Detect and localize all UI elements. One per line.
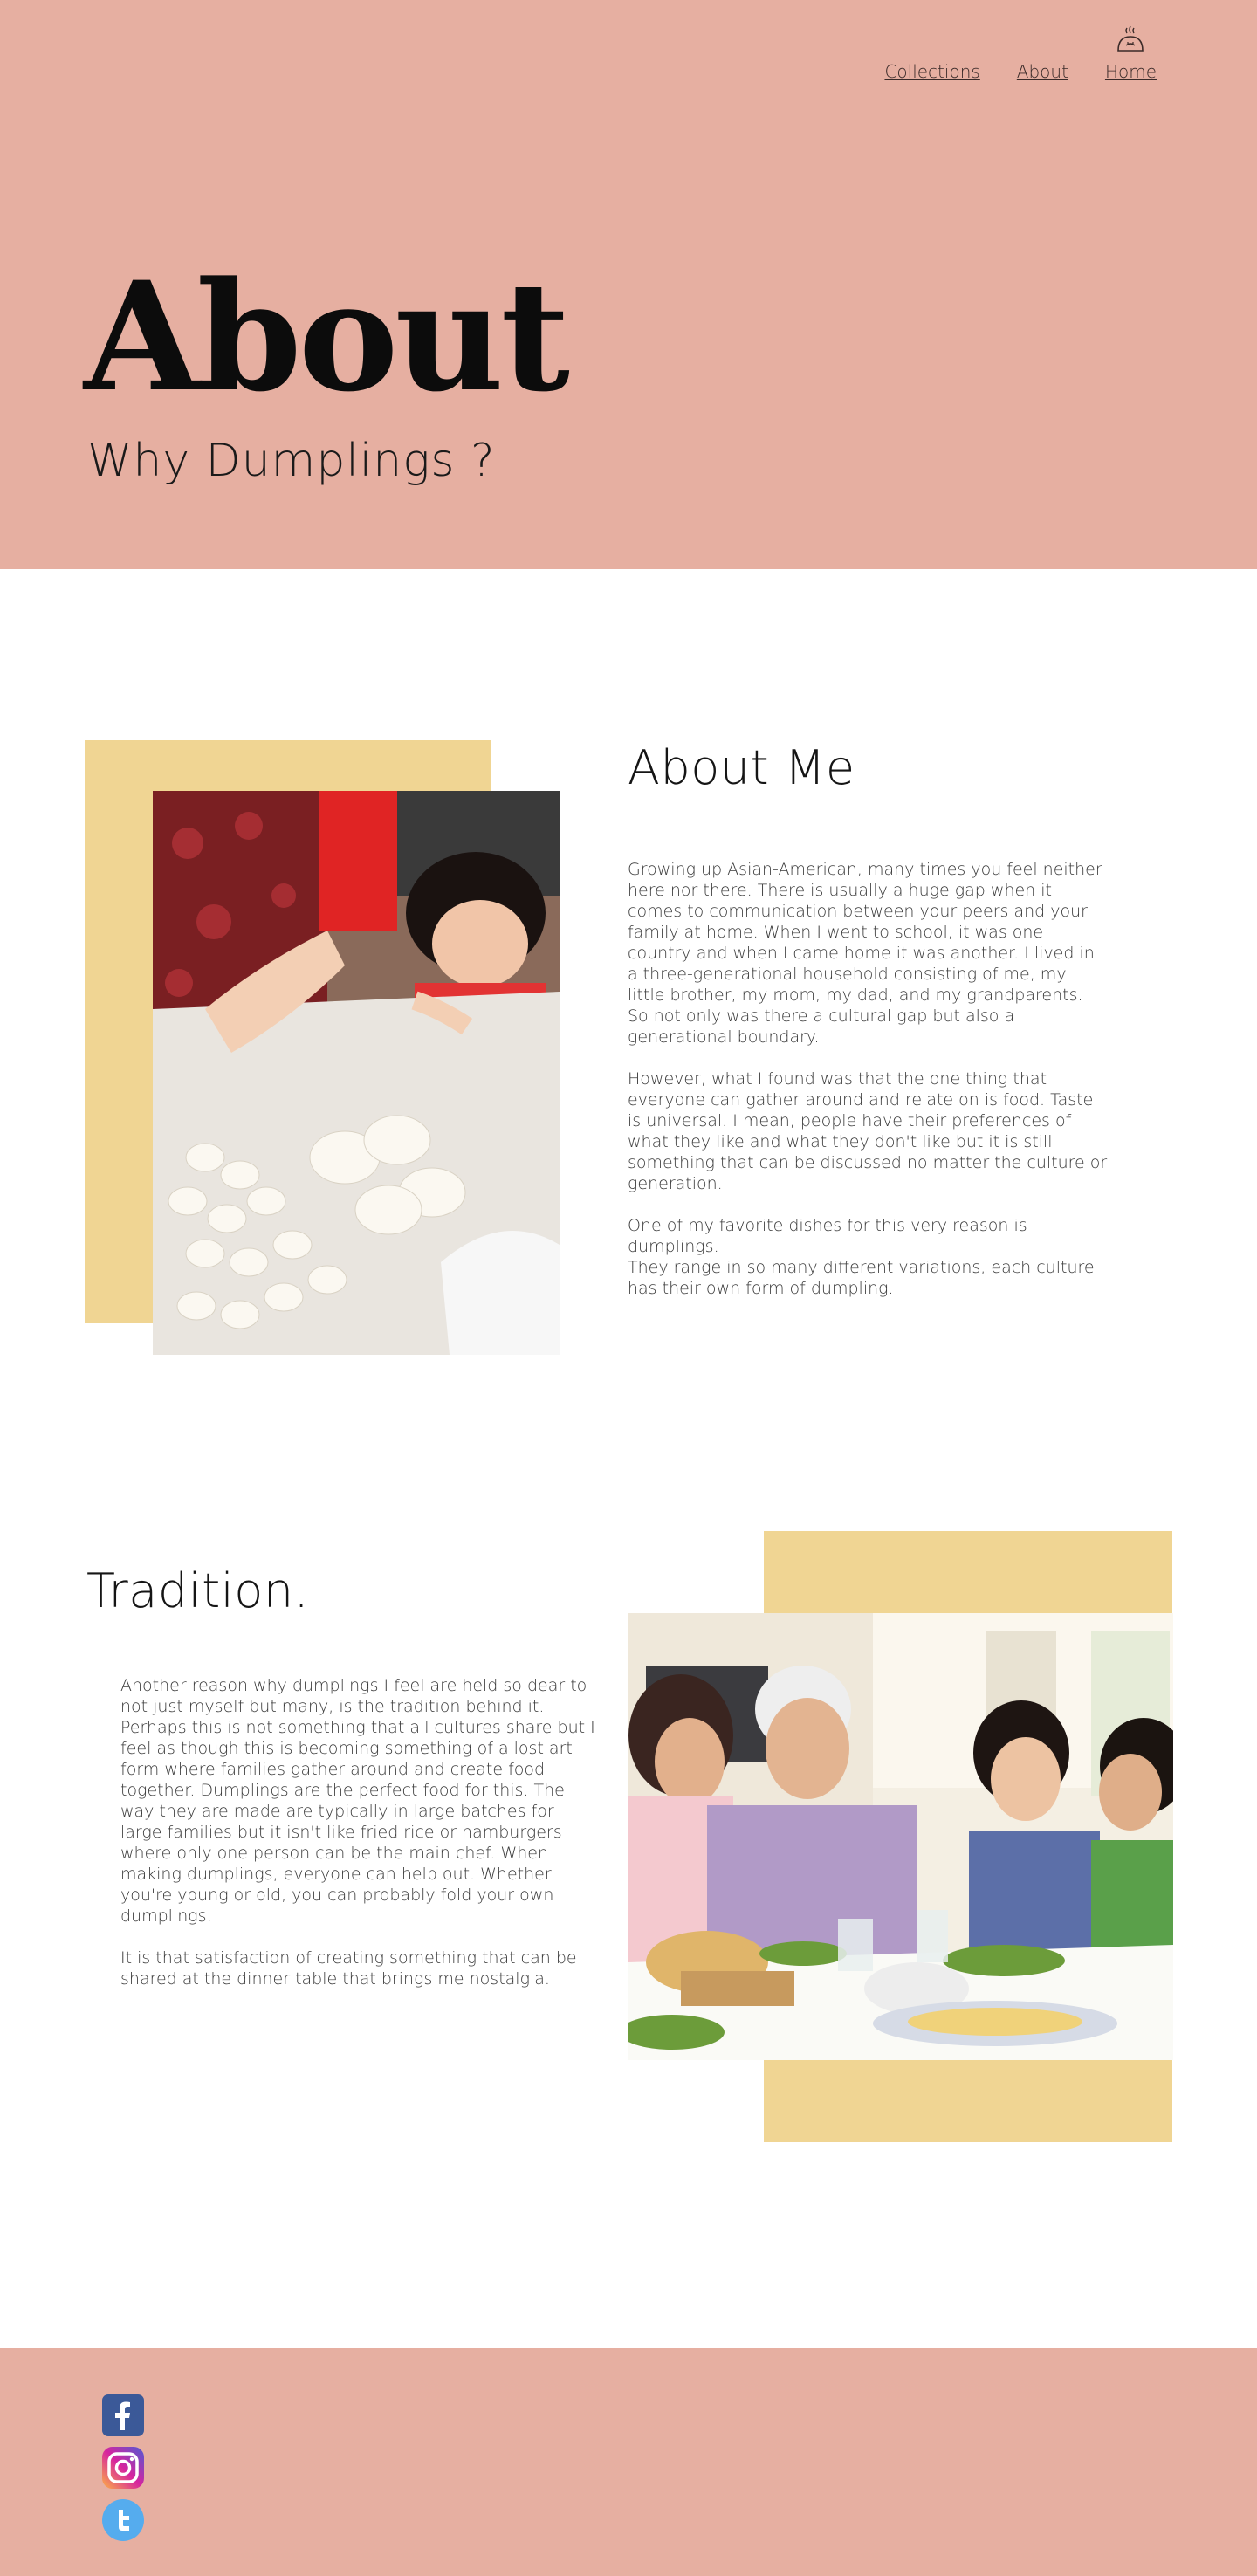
instagram-icon[interactable] — [101, 2446, 145, 2490]
facebook-icon[interactable] — [101, 2394, 145, 2437]
about-me-paragraph: Growing up Asian-American, many times yo… — [628, 860, 1102, 1047]
twitter-icon[interactable] — [101, 2498, 145, 2542]
main-nav: Collections About Home — [884, 61, 1157, 82]
site-footer — [0, 2348, 1257, 2576]
tradition-text: Another reason why dumplings I feel are … — [120, 1675, 596, 2010]
page-subtitle: Why Dumplings ? — [87, 435, 496, 487]
about-me-text: Growing up Asian-American, many times yo… — [628, 859, 1108, 1320]
page-title: About — [84, 248, 570, 425]
about-me-paragraph: They range in so many different variatio… — [628, 1258, 1095, 1298]
tradition-heading: Tradition. — [86, 1563, 310, 1618]
tradition-paragraph: Another reason why dumplings I feel are … — [120, 1676, 595, 1926]
tradition-paragraph: It is that satisfaction of creating some… — [120, 1948, 577, 1989]
nav-link-collections[interactable]: Collections — [884, 61, 979, 82]
nav-link-home[interactable]: Home — [1105, 61, 1157, 82]
dumpling-icon[interactable] — [1116, 24, 1145, 58]
nav-link-about[interactable]: About — [1017, 61, 1068, 82]
site-header: Collections About Home About Why Dumplin… — [0, 0, 1257, 569]
about-me-paragraph: However, what I found was that the one t… — [628, 1069, 1108, 1193]
about-me-paragraph: One of my favorite dishes for this very … — [628, 1216, 1027, 1256]
about-me-heading: About Me — [628, 740, 855, 795]
family-dinner-photo — [628, 1613, 1173, 2060]
dumpling-making-photo — [153, 791, 560, 1355]
